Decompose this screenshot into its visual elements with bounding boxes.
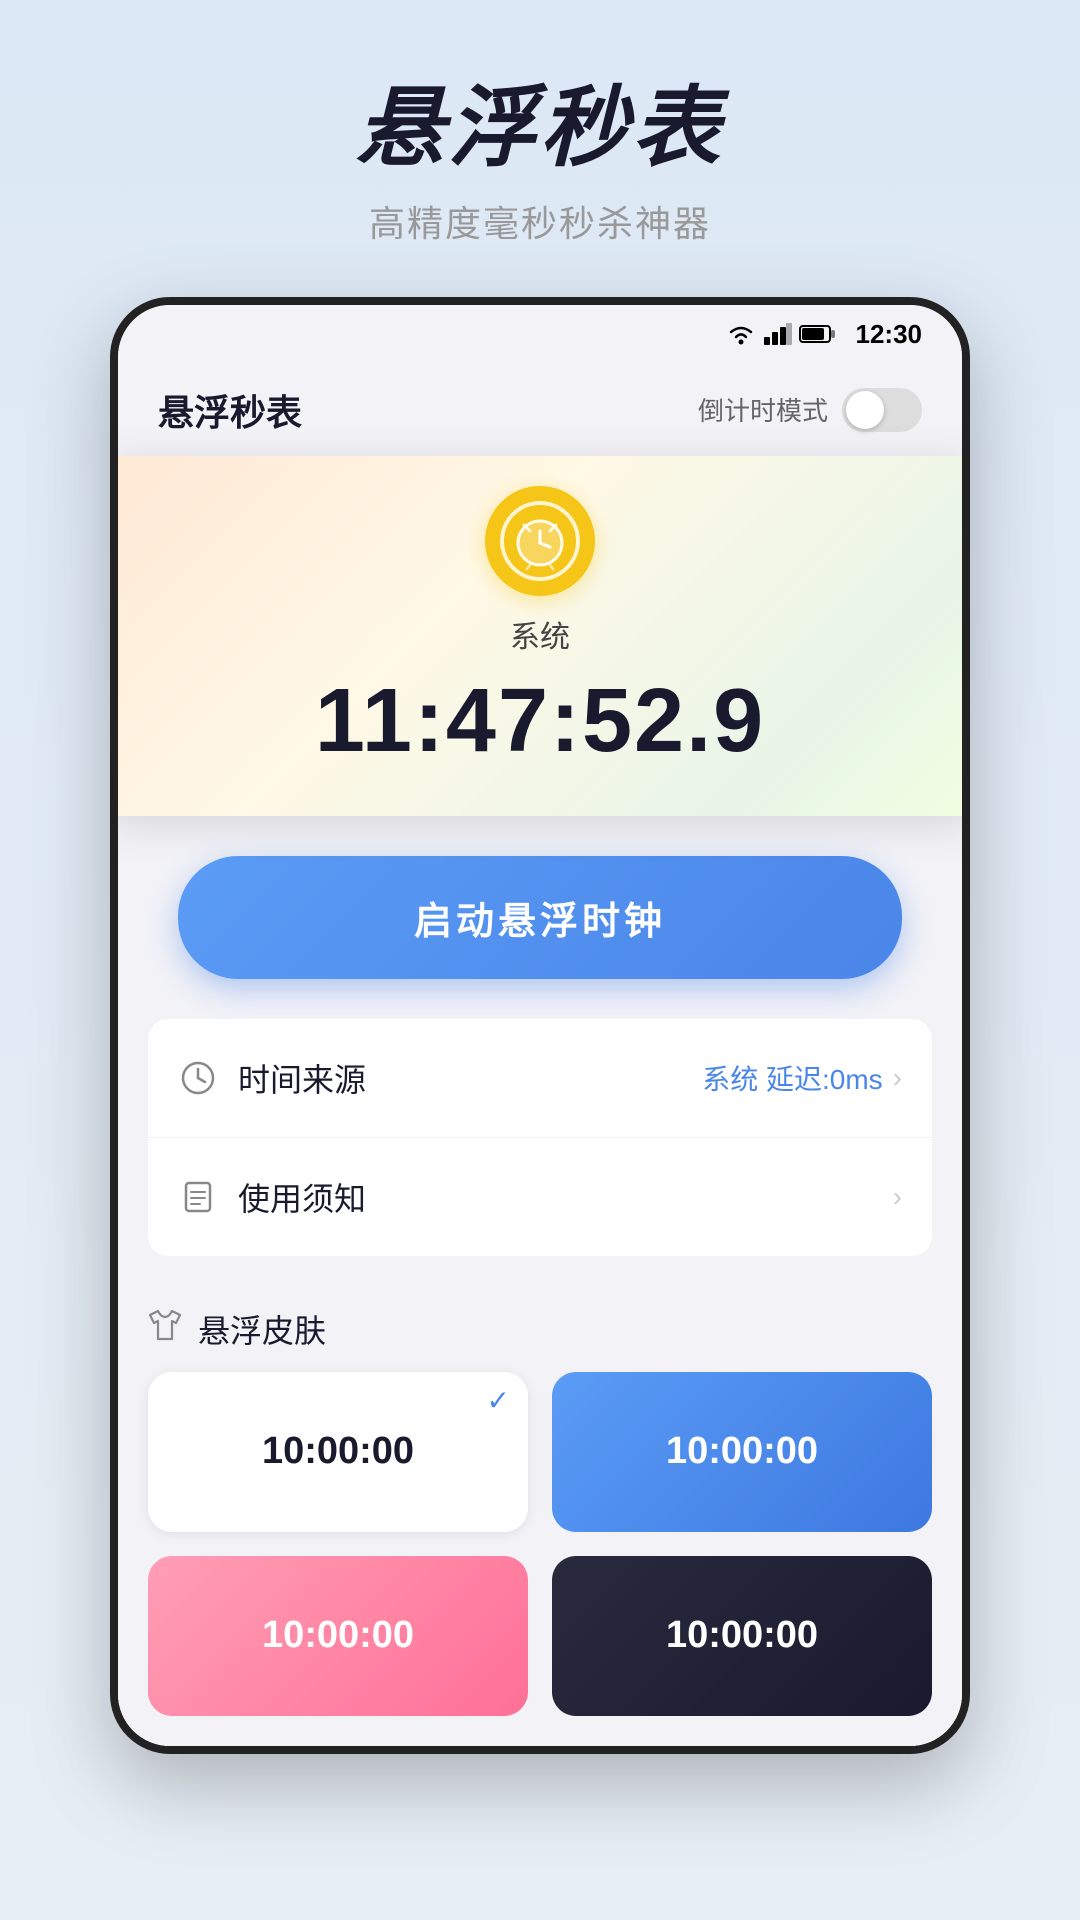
floating-time-card: 系统 11:47:52.9 <box>110 456 970 816</box>
skin-selected-check-icon: ✓ <box>487 1384 510 1417</box>
usage-notice-label: 使用须知 <box>238 1174 893 1220</box>
skin-time-light: 10:00:00 <box>262 1430 414 1473</box>
skin-section: 悬浮皮肤 ✓ 10:00:00 10:00:00 10:00:00 <box>118 1276 962 1746</box>
skin-card-blue[interactable]: 10:00:00 <box>552 1372 932 1532</box>
app-header-bar: 悬浮秒表 倒计时模式 <box>118 364 962 466</box>
skin-section-title: 悬浮皮肤 <box>198 1306 326 1352</box>
skin-card-dark[interactable]: 10:00:00 <box>552 1556 932 1716</box>
usage-notice-right: › <box>893 1181 902 1213</box>
skin-time-pink: 10:00:00 <box>262 1614 414 1657</box>
skin-grid: ✓ 10:00:00 10:00:00 10:00:00 10:00:00 <box>148 1372 932 1716</box>
wifi-icon <box>726 323 756 345</box>
toggle-thumb <box>846 391 884 429</box>
time-source-value: 系统 延迟:0ms <box>702 1058 882 1098</box>
time-source-menu-item[interactable]: 时间来源 系统 延迟:0ms › <box>148 1019 932 1138</box>
start-btn-area: 启动悬浮时钟 <box>118 816 962 1019</box>
skin-time-dark: 10:00:00 <box>666 1614 818 1657</box>
time-display: 11:47:52.9 <box>150 676 930 766</box>
alarm-clock-icon <box>510 511 570 571</box>
time-source-right: 系统 延迟:0ms › <box>702 1058 902 1098</box>
battery-icon <box>800 324 836 344</box>
time-source-chevron-icon: › <box>893 1062 902 1094</box>
clock-outline-icon <box>178 1058 218 1098</box>
menu-section: 时间来源 系统 延迟:0ms › 使用须知 › <box>148 1019 932 1256</box>
skin-card-light[interactable]: ✓ 10:00:00 <box>148 1372 528 1532</box>
status-icons <box>726 323 836 345</box>
card-source-label: 系统 <box>150 612 930 656</box>
status-bar: 12:30 <box>118 305 962 364</box>
countdown-toggle-area: 倒计时模式 <box>698 388 922 432</box>
skin-card-pink[interactable]: 10:00:00 <box>148 1556 528 1716</box>
status-time: 12:30 <box>856 319 923 350</box>
clock-icon-container <box>485 486 595 596</box>
main-content: 启动悬浮时钟 时间来源 系统 延迟:0ms › <box>118 816 962 1746</box>
document-icon <box>178 1177 218 1217</box>
page-header: 悬浮秒表 高精度毫秒秒杀神器 <box>0 0 1080 247</box>
start-floating-clock-button[interactable]: 启动悬浮时钟 <box>178 856 902 979</box>
app-header-title: 悬浮秒表 <box>158 384 302 436</box>
skin-time-blue: 10:00:00 <box>666 1430 818 1473</box>
time-source-label: 时间来源 <box>238 1055 702 1101</box>
signal-icon <box>764 323 792 345</box>
phone-mockup: 12:30 悬浮秒表 倒计时模式 <box>110 297 970 1754</box>
app-title: 悬浮秒表 <box>0 80 1080 177</box>
app-subtitle: 高精度毫秒秒杀神器 <box>0 195 1080 247</box>
skin-section-header: 悬浮皮肤 <box>148 1276 932 1372</box>
usage-notice-chevron-icon: › <box>893 1181 902 1213</box>
tshirt-icon <box>148 1309 182 1349</box>
usage-notice-menu-item[interactable]: 使用须知 › <box>148 1138 932 1256</box>
countdown-toggle-switch[interactable] <box>842 388 922 432</box>
countdown-label: 倒计时模式 <box>698 391 828 428</box>
clock-icon-inner <box>500 501 580 581</box>
